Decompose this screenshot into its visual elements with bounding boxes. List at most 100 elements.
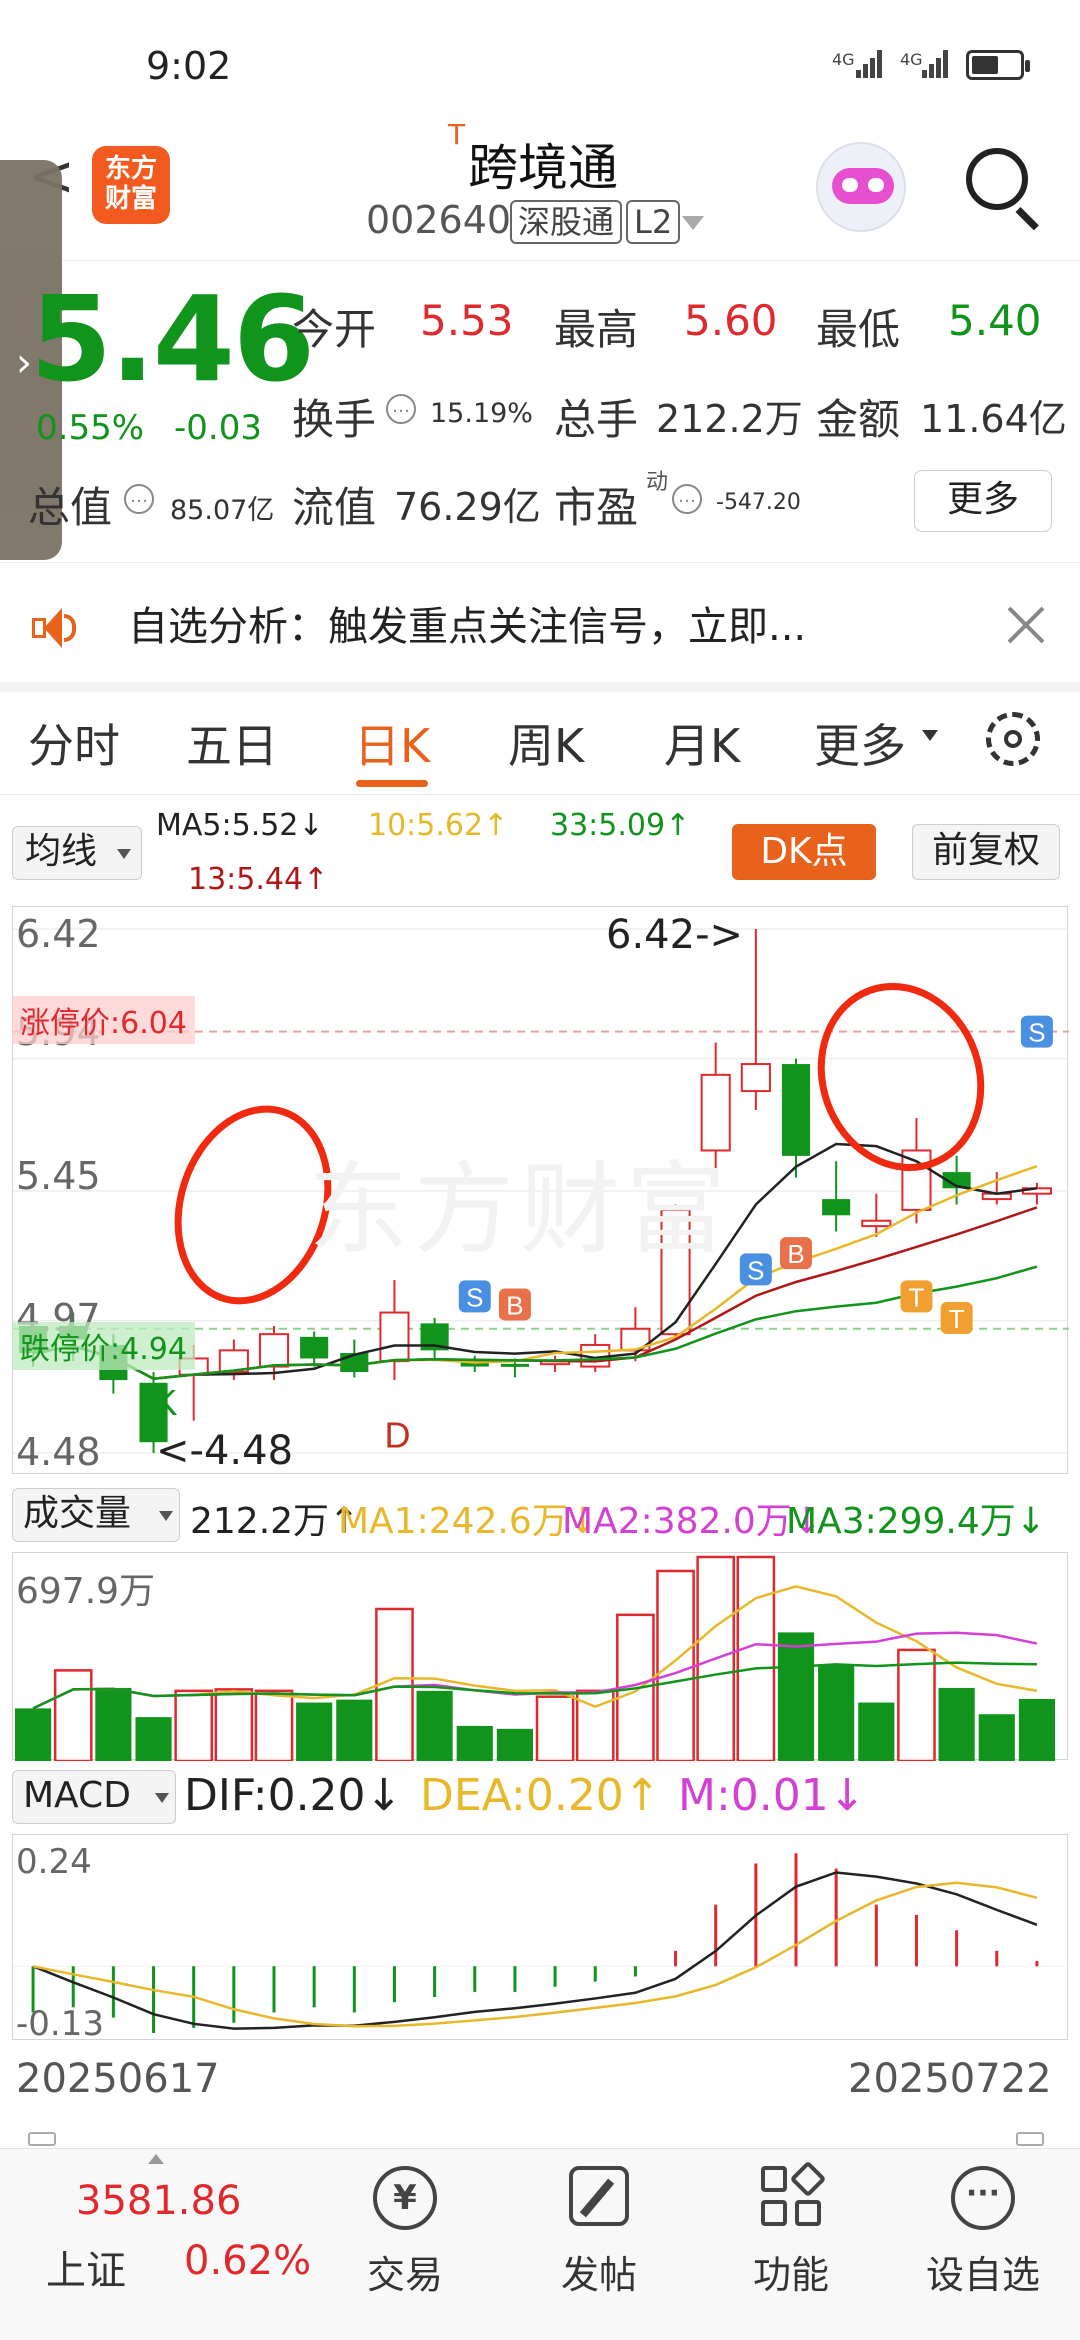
limit-up-label: 涨停价:6.04 xyxy=(12,996,195,1044)
scroll-handle-left[interactable] xyxy=(28,2132,56,2146)
tab-intraday[interactable]: 分时 xyxy=(28,710,120,776)
dk-point-label: DK点 xyxy=(760,831,848,872)
candle-body xyxy=(300,1336,329,1359)
volume-label: 总手 xyxy=(554,395,639,444)
stock-name: 跨境通 xyxy=(468,139,618,197)
nav-post-label: 发帖 xyxy=(560,2253,637,2297)
candle-body xyxy=(822,1199,851,1216)
notice-text: 自选分析：触发重点关注信号，立即... xyxy=(128,604,807,650)
market-cap-label: 总值 xyxy=(28,483,113,532)
volume-ma2: MA2:382.0万↓ xyxy=(562,1501,822,1542)
signal-k-label: K xyxy=(154,1382,178,1423)
volume-value-label: 212.2万↑ xyxy=(190,1501,360,1542)
high-value: 5.60 xyxy=(684,296,778,345)
index-value[interactable]: 3581.86 xyxy=(76,2178,241,2224)
nav-function[interactable]: 功能 xyxy=(716,2160,866,2320)
notice-bar[interactable]: 自选分析：触发重点关注信号，立即... xyxy=(0,570,1080,682)
open-label: 今开 xyxy=(292,305,377,354)
nav-trade[interactable]: ¥ 交易 xyxy=(330,2160,480,2320)
gear-icon[interactable] xyxy=(986,712,1040,766)
info-icon[interactable]: … xyxy=(672,484,702,514)
signal-t-badge-text: T xyxy=(909,1282,925,1312)
volume-bar xyxy=(818,1664,855,1761)
volume-svg xyxy=(15,1555,1055,1761)
index-up-arrow-icon xyxy=(148,2154,164,2164)
section-gap xyxy=(0,682,1080,692)
speaker-icon xyxy=(32,608,88,648)
change-value: -0.03 xyxy=(174,408,262,448)
macd-axis-top: 0.24 xyxy=(16,1842,92,1882)
macd-selector-label: MACD xyxy=(23,1775,131,1816)
turnover-label: 换手 xyxy=(292,395,377,444)
high-label: 最高 xyxy=(554,305,639,354)
macd-axis-bottom: -0.13 xyxy=(16,2004,104,2044)
status-time: 9:02 xyxy=(146,44,232,88)
candle-body xyxy=(500,1363,529,1367)
signal-b-badge-text: B xyxy=(506,1290,523,1320)
volume-bar xyxy=(496,1728,533,1761)
volume-bar xyxy=(15,1708,52,1761)
app-logo: 东方 财富 xyxy=(92,146,170,224)
volume-selector[interactable]: 成交量 xyxy=(12,1488,180,1542)
volume-bar xyxy=(656,1569,695,1761)
candle-body xyxy=(379,1311,410,1363)
logo-text-2: 财富 xyxy=(104,184,157,214)
macd-selector[interactable]: MACD xyxy=(12,1770,176,1824)
nav-post[interactable]: 发帖 xyxy=(524,2160,674,2320)
candle-body xyxy=(781,1064,811,1156)
robot-avatar-icon[interactable] xyxy=(816,142,906,232)
close-icon[interactable] xyxy=(1006,606,1046,646)
float-value: 76.29亿 xyxy=(394,485,541,529)
volume-bar xyxy=(53,1669,93,1761)
volume-axis-top: 697.9万 xyxy=(16,1571,156,1612)
tab-five-day[interactable]: 五日 xyxy=(186,710,278,776)
low-value: 5.40 xyxy=(948,296,1042,345)
volume-chart[interactable] xyxy=(12,1552,1068,1761)
nav-add-watchlist[interactable]: ··· 设自选 xyxy=(908,2160,1058,2320)
volume-bar xyxy=(336,1699,373,1761)
more-button[interactable]: 更多 xyxy=(914,470,1052,532)
ma-selector-label: 均线 xyxy=(25,831,98,872)
ma-selector[interactable]: 均线 xyxy=(12,826,142,880)
stock-code: 002640 xyxy=(366,198,512,242)
market-cap-value: 85.07亿 xyxy=(170,495,275,526)
info-icon[interactable]: … xyxy=(386,394,416,424)
pe-superscript: 动 xyxy=(646,470,669,495)
scroll-handle-right[interactable] xyxy=(1016,2132,1044,2146)
search-icon[interactable] xyxy=(966,148,1046,231)
signal-label-1: 4G xyxy=(832,50,855,69)
macd-chart[interactable] xyxy=(12,1834,1069,2040)
caret-down-icon xyxy=(159,1511,173,1521)
info-icon[interactable]: … xyxy=(124,484,154,514)
macd-m: M:0.01↓ xyxy=(678,1770,866,1821)
amount-label: 金额 xyxy=(816,395,901,444)
tab-more[interactable]: 更多 xyxy=(814,710,906,776)
index-name[interactable]: 上证 xyxy=(46,2238,126,2296)
ma5-label: MA5:5.52↓ xyxy=(156,808,324,843)
volume-ma3: MA3:299.4万↓ xyxy=(786,1501,1046,1542)
tab-monthly-k[interactable]: 月K xyxy=(664,710,740,776)
signal-s-badge-text: S xyxy=(747,1255,764,1285)
signal-s-badge-text: S xyxy=(466,1282,483,1312)
volume-bar xyxy=(135,1717,172,1761)
change-percent: 0.55% xyxy=(36,408,145,448)
signal-icon xyxy=(856,48,884,78)
candle-body xyxy=(740,1063,771,1093)
index-change[interactable]: 0.62% xyxy=(184,2238,311,2284)
trade-icon: ¥ xyxy=(373,2166,437,2230)
signal-s-badge-text: S xyxy=(1028,1018,1045,1048)
dk-point-button[interactable]: DK点 xyxy=(732,824,876,880)
pe-value: -547.20 xyxy=(716,490,801,515)
dropdown-triangle-icon[interactable] xyxy=(682,216,704,230)
volume-bar xyxy=(174,1689,214,1761)
tab-weekly-k[interactable]: 周K xyxy=(508,710,584,776)
ma33-label: 33:5.09↑ xyxy=(550,808,691,843)
grid-icon xyxy=(761,2160,827,2230)
battery-icon xyxy=(966,50,1030,80)
adjust-button[interactable]: 前复权 xyxy=(912,824,1060,880)
connect-tag: 深股通 xyxy=(510,200,623,244)
tab-daily-k[interactable]: 日K xyxy=(354,710,430,776)
signal-label-2: 4G xyxy=(900,50,923,69)
logo-text-1: 东方 xyxy=(104,154,157,184)
stock-t-badge: T xyxy=(448,118,466,151)
